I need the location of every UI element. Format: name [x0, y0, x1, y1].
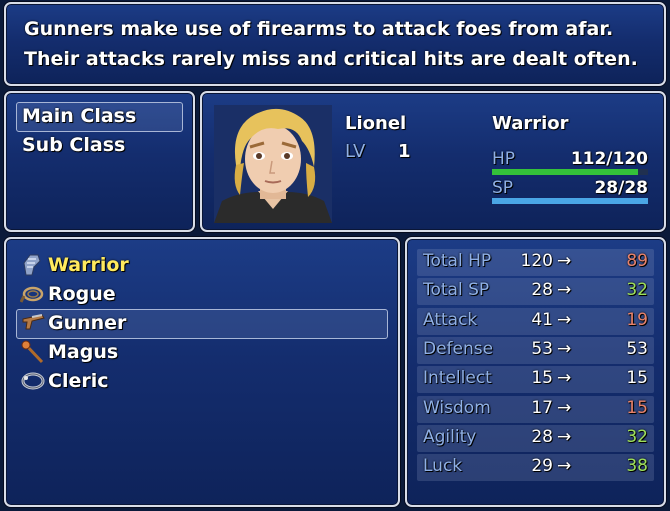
parameter-window: Total HP 120 → 89 Total SP 28 → 32 Attack 41 → 19 De…	[405, 237, 666, 507]
class-item-label: Warrior	[48, 254, 129, 276]
param-row: Intellect 15 → 15	[407, 365, 664, 394]
class-item-label: Rogue	[48, 283, 116, 305]
actor-class: Warrior	[492, 113, 569, 134]
help-text-line-1: Gunners make use of firearms to attack f…	[24, 18, 614, 40]
param-new-value: 19	[626, 309, 648, 330]
actor-status-window: Lionel LV 1 Warrior HP 112/120 SP 28/28	[200, 91, 666, 232]
sp-gauge	[492, 198, 648, 204]
param-row: Luck 29 → 38	[407, 453, 664, 482]
sub-class-command[interactable]: Sub Class	[22, 134, 125, 156]
class-item-label: Cleric	[48, 370, 109, 392]
arrow-icon: →	[557, 280, 572, 301]
level-value: 1	[398, 141, 411, 162]
class-type-menu: Main Class Sub Class	[4, 91, 195, 232]
param-name: Attack	[423, 309, 478, 330]
hp-label: HP	[492, 149, 516, 169]
param-name: Defense	[423, 338, 494, 359]
actor-name: Lionel	[345, 113, 407, 134]
hp-value: 112/120	[570, 149, 648, 169]
param-new-value: 38	[626, 456, 648, 477]
gauntlet-icon	[23, 254, 41, 276]
param-current-value: 41	[531, 309, 553, 330]
param-new-value: 89	[626, 251, 648, 271]
param-current-value: 120	[520, 251, 553, 271]
help-text-line-2: Their attacks rarely miss and critical h…	[24, 48, 638, 70]
param-row: Total HP 120 → 89	[407, 248, 664, 277]
arrow-icon: →	[557, 368, 572, 389]
param-new-value: 15	[626, 397, 648, 418]
param-new-value: 15	[626, 368, 648, 389]
param-new-value: 32	[626, 280, 648, 301]
param-row: Agility 28 → 32	[407, 424, 664, 453]
param-current-value: 15	[531, 368, 553, 389]
class-item-gunner[interactable]: Gunner	[20, 309, 126, 337]
param-row: Defense 53 → 53	[407, 336, 664, 365]
param-name: Intellect	[423, 368, 492, 389]
param-name: Luck	[423, 456, 463, 477]
param-current-value: 29	[531, 456, 553, 477]
arrow-icon: →	[557, 338, 572, 359]
help-window: Gunners make use of firearms to attack f…	[4, 2, 666, 86]
class-item-magus[interactable]: Magus	[20, 338, 118, 366]
class-item-label: Gunner	[48, 312, 127, 334]
hp-gauge	[492, 169, 648, 175]
param-new-value: 53	[626, 338, 648, 359]
param-name: Agility	[423, 426, 477, 447]
sp-gauge-fill	[492, 198, 648, 204]
arrow-icon: →	[557, 309, 572, 330]
class-item-label: Magus	[48, 341, 119, 363]
actor-portrait	[214, 105, 332, 223]
class-item-rogue[interactable]: Rogue	[20, 280, 116, 308]
sp-value: 28/28	[594, 178, 648, 198]
class-item-cleric[interactable]: Cleric	[20, 367, 109, 395]
param-row: Total SP 28 → 32	[407, 277, 664, 306]
arrow-icon: →	[557, 426, 572, 447]
param-current-value: 53	[531, 338, 553, 359]
class-list-window: Warrior Rogue Gunner Magus Cleric	[4, 237, 400, 507]
sp-label: SP	[492, 178, 514, 198]
arrow-icon: →	[557, 397, 572, 418]
param-current-value: 28	[531, 280, 553, 301]
param-current-value: 28	[531, 426, 553, 447]
param-current-value: 17	[531, 397, 553, 418]
param-new-value: 32	[626, 426, 648, 447]
hp-gauge-fill	[492, 169, 638, 175]
param-name: Wisdom	[423, 397, 491, 418]
staff-icon	[21, 340, 44, 364]
param-row: Wisdom 17 → 15	[407, 395, 664, 424]
arrow-icon: →	[557, 251, 572, 271]
whip-icon	[20, 286, 44, 303]
main-class-command[interactable]: Main Class	[22, 105, 136, 127]
level-label: LV	[345, 141, 366, 162]
param-name: Total SP	[423, 280, 490, 301]
param-name: Total HP	[423, 251, 492, 271]
class-item-warrior[interactable]: Warrior	[20, 251, 129, 279]
ring-icon	[21, 372, 45, 390]
param-row: Attack 41 → 19	[407, 307, 664, 336]
arrow-icon: →	[557, 456, 572, 477]
gun-icon	[22, 314, 45, 330]
